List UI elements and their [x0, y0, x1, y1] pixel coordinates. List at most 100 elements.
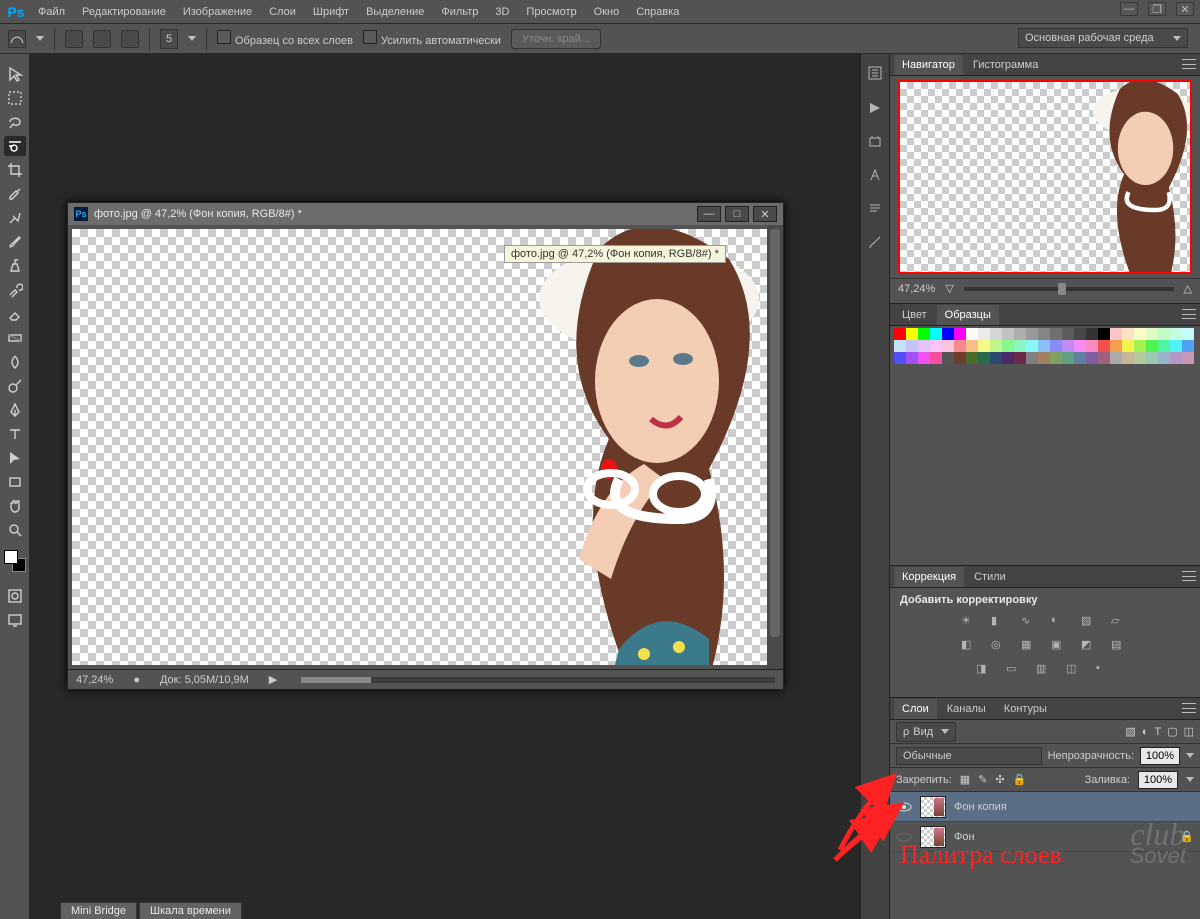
- type-tool[interactable]: [4, 424, 26, 444]
- brush-size-field[interactable]: 5: [160, 29, 178, 49]
- lasso-tool[interactable]: [4, 112, 26, 132]
- panel-tab-paths[interactable]: Контуры: [996, 699, 1055, 719]
- swatch[interactable]: [1002, 340, 1014, 352]
- swatch[interactable]: [1170, 328, 1182, 340]
- window-minimize[interactable]: —: [1120, 2, 1138, 16]
- swatch[interactable]: [906, 352, 918, 364]
- adj-curves-icon[interactable]: ∿: [1021, 614, 1039, 630]
- adj-gradient-map-icon[interactable]: ▭: [1006, 662, 1024, 678]
- swatch[interactable]: [918, 340, 930, 352]
- swatch[interactable]: [990, 352, 1002, 364]
- swatch[interactable]: [954, 352, 966, 364]
- swatch[interactable]: [1110, 328, 1122, 340]
- document-canvas[interactable]: фото.jpg @ 47,2% (Фон копия, RGB/8#) *: [72, 229, 779, 665]
- menu-edit[interactable]: Редактирование: [74, 2, 174, 22]
- zoom-value[interactable]: 47,24%: [76, 674, 113, 686]
- adj-threshold-icon[interactable]: ◨: [976, 662, 994, 678]
- layer-name[interactable]: Фон копия: [954, 801, 1007, 813]
- menu-layers[interactable]: Слои: [261, 2, 304, 22]
- history-brush-tool[interactable]: [4, 280, 26, 300]
- swatch[interactable]: [1086, 328, 1098, 340]
- swatch[interactable]: [1050, 340, 1062, 352]
- swatch[interactable]: [1062, 340, 1074, 352]
- swatch[interactable]: [954, 340, 966, 352]
- filter-type-icon[interactable]: T: [1154, 726, 1161, 738]
- adj-posterize-icon[interactable]: ▤: [1111, 638, 1129, 654]
- visibility-icon[interactable]: [896, 799, 912, 815]
- zoom-out-icon[interactable]: ▽: [945, 282, 953, 295]
- foreground-background-color[interactable]: [4, 550, 26, 572]
- doc-minimize[interactable]: —: [697, 206, 721, 222]
- panel-menu-icon[interactable]: [1182, 59, 1196, 69]
- option-add-selection-icon[interactable]: [65, 30, 83, 48]
- doc-maximize[interactable]: □: [725, 206, 749, 222]
- swatch[interactable]: [966, 328, 978, 340]
- swatch[interactable]: [1158, 328, 1170, 340]
- menu-file[interactable]: Файл: [30, 2, 73, 22]
- swatch[interactable]: [1002, 328, 1014, 340]
- lock-position-icon[interactable]: ✣: [995, 773, 1004, 786]
- swatch[interactable]: [1038, 340, 1050, 352]
- swatch[interactable]: [1182, 352, 1194, 364]
- zoom-tool[interactable]: [4, 520, 26, 540]
- tab-timeline[interactable]: Шкала времени: [139, 902, 242, 919]
- swatch[interactable]: [930, 328, 942, 340]
- document-titlebar[interactable]: Ps фото.jpg @ 47,2% (Фон копия, RGB/8#) …: [68, 203, 783, 225]
- swatch[interactable]: [1062, 328, 1074, 340]
- swatch[interactable]: [1014, 340, 1026, 352]
- swatch[interactable]: [894, 340, 906, 352]
- swatch[interactable]: [954, 328, 966, 340]
- panel-menu-icon[interactable]: [1182, 703, 1196, 713]
- swatch[interactable]: [966, 352, 978, 364]
- option-auto-enhance[interactable]: Усилить автоматически: [363, 30, 501, 47]
- screen-mode[interactable]: [4, 610, 26, 630]
- swatch[interactable]: [990, 340, 1002, 352]
- swatch[interactable]: [1050, 352, 1062, 364]
- doc-close[interactable]: ✕: [753, 206, 777, 222]
- swatch[interactable]: [1110, 352, 1122, 364]
- navigator-zoom[interactable]: 47,24%: [898, 283, 935, 295]
- brush-tool[interactable]: [4, 232, 26, 252]
- adj-exposure-icon[interactable]: ◐: [1051, 614, 1069, 630]
- adj-invert-icon[interactable]: ◩: [1081, 638, 1099, 654]
- swatch[interactable]: [930, 340, 942, 352]
- menu-image[interactable]: Изображение: [175, 2, 260, 22]
- option-subtract-selection-icon[interactable]: [93, 30, 111, 48]
- menu-window[interactable]: Окно: [586, 2, 628, 22]
- menu-filter[interactable]: Фильтр: [433, 2, 486, 22]
- workspace-selector[interactable]: Основная рабочая среда: [1018, 28, 1188, 48]
- pen-tool[interactable]: [4, 400, 26, 420]
- swatch[interactable]: [990, 328, 1002, 340]
- swatch[interactable]: [1086, 352, 1098, 364]
- swatch[interactable]: [942, 352, 954, 364]
- opacity-input[interactable]: 100%: [1140, 747, 1180, 765]
- menu-type[interactable]: Шрифт: [305, 2, 357, 22]
- filter-smart-icon[interactable]: ◫: [1184, 725, 1194, 738]
- swatch[interactable]: [1038, 328, 1050, 340]
- panel-tab-navigator[interactable]: Навигатор: [894, 55, 963, 75]
- swatch[interactable]: [942, 328, 954, 340]
- swatch[interactable]: [1038, 352, 1050, 364]
- zoom-in-icon[interactable]: △: [1184, 282, 1192, 295]
- swatch[interactable]: [1158, 352, 1170, 364]
- healing-brush-tool[interactable]: [4, 208, 26, 228]
- layer-filter-kind[interactable]: ρ Вид: [896, 722, 956, 742]
- panel-tab-swatches[interactable]: Образцы: [937, 305, 999, 325]
- rail-paragraph-icon[interactable]: [866, 200, 884, 218]
- panel-tab-adjustments[interactable]: Коррекция: [894, 567, 964, 587]
- panel-tab-channels[interactable]: Каналы: [939, 699, 994, 719]
- swatch[interactable]: [1146, 340, 1158, 352]
- lock-pixels-icon[interactable]: ✎: [978, 773, 987, 786]
- path-selection-tool[interactable]: [4, 448, 26, 468]
- rail-brush-icon[interactable]: [866, 234, 884, 252]
- swatch[interactable]: [1098, 340, 1110, 352]
- swatch[interactable]: [918, 328, 930, 340]
- swatch[interactable]: [1170, 340, 1182, 352]
- menu-select[interactable]: Выделение: [358, 2, 432, 22]
- adj-vibrance-icon[interactable]: ▨: [1081, 614, 1099, 630]
- panel-tab-styles[interactable]: Стили: [966, 567, 1014, 587]
- hand-tool[interactable]: [4, 496, 26, 516]
- rail-history-icon[interactable]: [866, 64, 884, 82]
- option-sample-all-layers[interactable]: Образец со всех слоев: [217, 30, 353, 47]
- swatch[interactable]: [942, 340, 954, 352]
